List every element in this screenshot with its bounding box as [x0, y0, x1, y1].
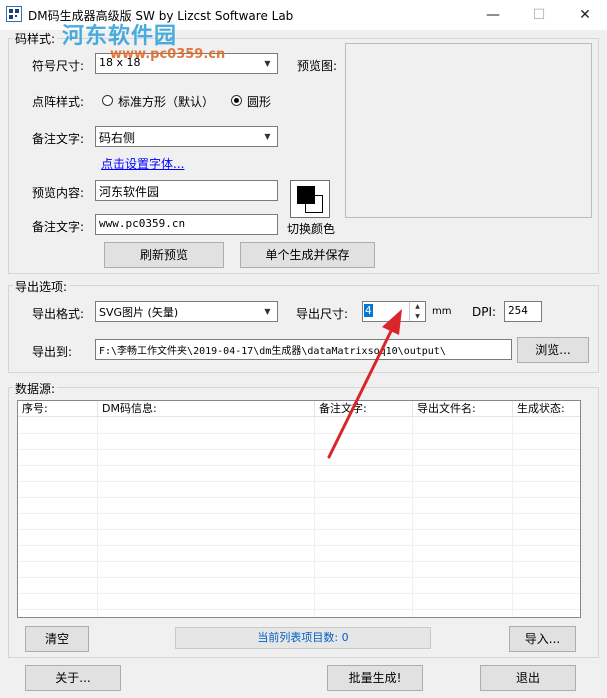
foreground-color-swatch [297, 186, 315, 204]
list-row-divider [18, 433, 580, 434]
dot-style-label: 点阵样式: [32, 95, 85, 109]
dpi-label: DPI: [472, 305, 497, 319]
note-position-select[interactable]: 码右侧 ▼ [95, 126, 278, 147]
list-row-divider [18, 593, 580, 594]
close-button[interactable]: ✕ [562, 0, 607, 30]
column-header-index[interactable]: 序号: [18, 401, 98, 417]
spin-up-icon[interactable]: ▲ [410, 302, 425, 312]
dropdown-arrow-icon: ▼ [259, 128, 276, 145]
column-header-filename[interactable]: 导出文件名: [413, 401, 513, 417]
watermark-text: 河东软件园 [62, 24, 178, 49]
minimize-button[interactable]: — [470, 0, 516, 30]
maximize-button[interactable]: ☐ [516, 0, 562, 30]
note-text-label: 备注文字: [32, 220, 85, 234]
switch-color-label: 切换颜色 [287, 222, 336, 236]
refresh-preview-button[interactable]: 刷新预览 [104, 242, 224, 268]
preview-label: 预览图: [297, 59, 338, 73]
export-format-select[interactable]: SVG图片 (矢量) ▼ [95, 301, 278, 322]
preview-image [345, 43, 592, 218]
watermark-url: www.pc0359.cn [110, 47, 226, 62]
list-row-divider [18, 529, 580, 530]
note-position-label: 备注文字: [32, 132, 85, 146]
dpi-input[interactable]: 254 [504, 301, 542, 322]
export-path-label: 导出到: [32, 345, 73, 359]
exit-button[interactable]: 退出 [480, 665, 576, 691]
clear-button[interactable]: 清空 [25, 626, 89, 652]
list-row-divider [18, 609, 580, 610]
radio-standard-square-label: 标准方形（默认） [118, 95, 215, 109]
symbol-size-label: 符号尺寸: [32, 59, 85, 73]
list-row-divider [18, 497, 580, 498]
list-row-divider [18, 465, 580, 466]
radio-circle-label: 圆形 [247, 95, 272, 109]
batch-generate-button[interactable]: 批量生成! [327, 665, 423, 691]
set-font-link[interactable]: 点击设置字体... [101, 155, 184, 172]
note-text-input[interactable]: www.pc0359.cn [95, 214, 278, 235]
preview-content-input[interactable]: 河东软件园 [95, 180, 278, 201]
export-format-label: 导出格式: [32, 307, 85, 321]
column-header-status[interactable]: 生成状态: [513, 401, 580, 417]
export-size-unit: mm [432, 306, 452, 317]
annotation-arrow-shaft [327, 321, 397, 459]
list-row-divider [18, 561, 580, 562]
note-position-value: 码右侧 [99, 131, 136, 145]
export-path-input[interactable]: F:\李畅工作文件夹\2019-04-17\dm生成器\dataMatrixso… [95, 339, 512, 360]
spin-down-icon[interactable]: ▼ [410, 312, 425, 322]
code-style-legend: 码样式: [13, 30, 58, 47]
export-options-legend: 导出选项: [13, 278, 70, 295]
list-header: 序号: DM码信息: 备注文字: 导出文件名: 生成状态: [18, 401, 580, 417]
data-list-view[interactable]: 序号: DM码信息: 备注文字: 导出文件名: 生成状态: [17, 400, 581, 618]
about-button[interactable]: 关于... [25, 665, 121, 691]
annotation-arrow-head [382, 309, 402, 335]
list-row-divider [18, 449, 580, 450]
dropdown-arrow-icon: ▼ [259, 55, 276, 72]
data-source-legend: 数据源: [13, 380, 58, 397]
list-row-divider [18, 545, 580, 546]
column-header-dm-info[interactable]: DM码信息: [98, 401, 315, 417]
color-swatch-button[interactable] [290, 180, 330, 218]
list-row-divider [18, 481, 580, 482]
list-row-divider [18, 577, 580, 578]
radio-standard-square[interactable] [102, 95, 113, 106]
export-format-value: SVG图片 (矢量) [99, 306, 179, 319]
radio-circle[interactable] [231, 95, 242, 106]
browse-button[interactable]: 浏览... [517, 337, 589, 363]
list-row-divider [18, 513, 580, 514]
annotation-arrow-icon [327, 309, 402, 459]
import-button[interactable]: 导入... [509, 626, 576, 652]
app-icon [6, 6, 22, 22]
single-generate-save-button[interactable]: 单个生成并保存 [240, 242, 375, 268]
preview-content-label: 预览内容: [32, 186, 85, 200]
item-count-status: 当前列表项目数: 0 [175, 627, 431, 649]
dropdown-arrow-icon: ▼ [259, 303, 276, 320]
